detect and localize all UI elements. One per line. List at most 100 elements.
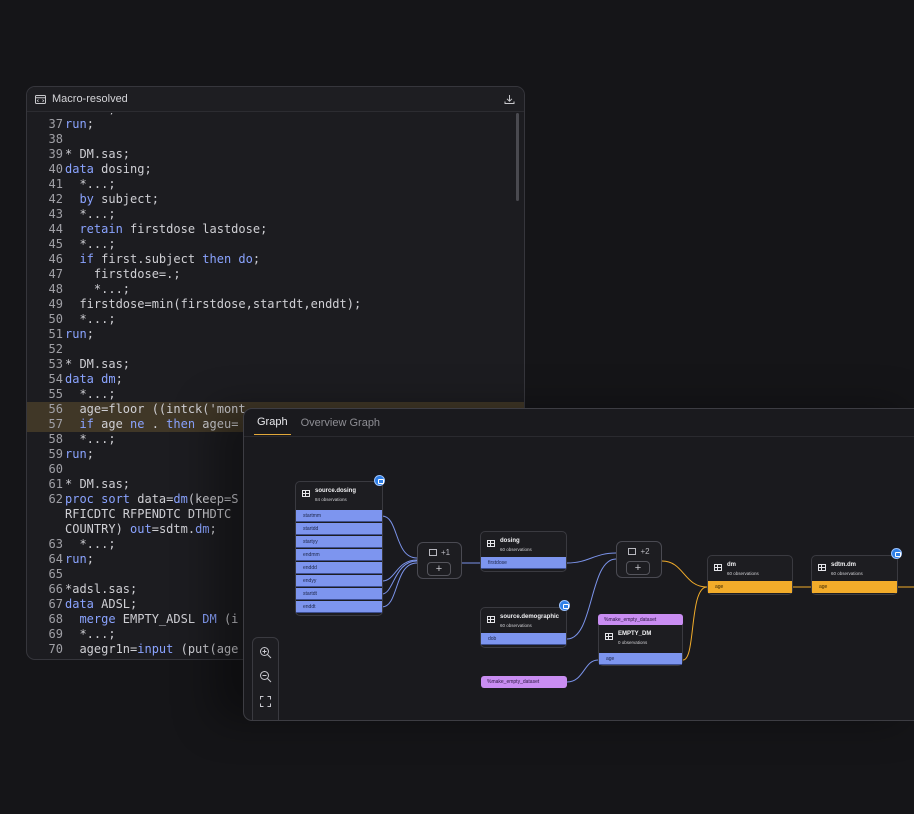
code-line: 42 by subject;	[27, 192, 524, 207]
source-flag-icon[interactable]	[559, 600, 570, 611]
node-observations: 60 observations	[831, 571, 863, 576]
code-text: *...;	[65, 387, 115, 402]
node-source-dosing[interactable]: source.dosing 84 observations startmm st…	[295, 481, 383, 616]
code-text: *...;	[65, 432, 116, 447]
line-number: 46	[48, 252, 63, 266]
node-name: dosing	[500, 538, 520, 544]
code-token: RFICDTC RFPENDTC DTHDTC	[65, 507, 232, 521]
code-line: 38	[27, 132, 524, 147]
code-token: *...;	[65, 113, 115, 116]
code-line: 51 run;	[27, 327, 524, 342]
code-text: *...;	[65, 627, 115, 642]
code-keyword: run	[65, 117, 87, 131]
field-endyy[interactable]: endyy	[296, 575, 382, 587]
line-number: 63	[48, 537, 63, 551]
line-number: 66	[48, 582, 63, 596]
code-text: agegr1n=input (put(age	[65, 642, 238, 657]
field-age[interactable]: age	[599, 653, 682, 665]
code-token: subject;	[93, 192, 159, 206]
node-sdtm-dm[interactable]: sdtm.dm 60 observations age	[811, 555, 898, 595]
code-keyword: input	[137, 642, 174, 656]
edge-enddd-group1	[381, 560, 418, 595]
node-source-demographic[interactable]: source.demographic 60 observations dob	[480, 607, 567, 648]
code-keyword: dm	[101, 372, 116, 386]
code-text: proc sort data=dm(keep=S	[65, 492, 238, 507]
node-dosing[interactable]: dosing 60 observations firstdose	[480, 531, 567, 572]
table-icon	[428, 549, 437, 556]
line-number: 39	[48, 147, 63, 161]
line-number: 43	[48, 207, 63, 221]
code-token: ADSL;	[93, 597, 138, 611]
field-age[interactable]: age	[708, 581, 792, 593]
code-token: firstdose=.;	[65, 267, 181, 281]
panel-title: Macro-resolved	[52, 93, 128, 105]
code-line: 44 retain firstdose lastdose;	[27, 222, 524, 237]
code-token: *...;	[65, 432, 116, 446]
code-token: dosing;	[93, 162, 152, 176]
field-firstdose[interactable]: firstdose	[481, 557, 566, 569]
line-number: 44	[48, 222, 63, 236]
group-count: +1	[440, 548, 451, 557]
table-icon	[714, 564, 722, 571]
code-line: 47 firstdose=.;	[27, 267, 524, 282]
field-endmm[interactable]: endmm	[296, 549, 382, 561]
fullscreen-icon[interactable]	[259, 719, 272, 721]
expand-group-button[interactable]: +	[427, 562, 451, 576]
field-enddd[interactable]: enddd	[296, 562, 382, 574]
field-age[interactable]: age	[812, 581, 897, 593]
code-text: data dm;	[65, 372, 123, 387]
field-startmm[interactable]: startmm	[296, 510, 382, 522]
group-node-1[interactable]: +1 +	[417, 542, 462, 579]
code-token: .	[144, 417, 167, 431]
code-token: *...;	[65, 207, 116, 221]
source-flag-icon[interactable]	[374, 475, 385, 486]
code-text: if age ne . then ageu=	[65, 417, 238, 432]
edge-startmm-group1	[381, 515, 418, 559]
graph-panel: Graph Overview Graph source.dosing 84 ob…	[243, 408, 914, 721]
line-number: 60	[48, 462, 63, 476]
code-token: * DM.sas;	[65, 147, 131, 161]
line-number: 42	[48, 192, 63, 206]
tab-graph[interactable]: Graph	[254, 416, 291, 435]
code-keyword: then	[166, 417, 196, 431]
tab-overview-graph[interactable]: Overview Graph	[298, 417, 383, 435]
node-header: sdtm.dm 60 observations	[812, 556, 897, 576]
expand-group-button[interactable]: +	[626, 561, 650, 575]
code-token: ;	[86, 327, 94, 341]
code-keyword: by	[79, 192, 94, 206]
scrollbar-thumb[interactable]	[516, 113, 519, 201]
field-startyy[interactable]: startyy	[296, 536, 382, 548]
field-enddt[interactable]: enddt	[296, 601, 382, 613]
node-dm[interactable]: dm 60 observations age	[707, 555, 793, 595]
code-token: first.subject	[93, 252, 203, 266]
source-flag-icon[interactable]	[891, 548, 902, 559]
node-observations: 60 observations	[727, 571, 759, 576]
node-name: source.dosing	[315, 488, 357, 494]
code-keyword: then do	[202, 252, 253, 266]
code-keyword: retain	[79, 222, 123, 236]
group-node-2[interactable]: +2 +	[616, 541, 662, 578]
code-text: *...;	[65, 282, 130, 297]
code-token: *...;	[65, 312, 116, 326]
field-startdd[interactable]: startdd	[296, 523, 382, 535]
code-line: 52	[27, 342, 524, 357]
code-text: * DM.sas;	[65, 147, 130, 162]
code-token: ;	[86, 447, 94, 461]
code-token: ;	[86, 117, 94, 131]
node-title-block: dm 60 observations	[727, 562, 759, 576]
field-dob[interactable]: dob	[481, 633, 566, 645]
field-startdt[interactable]: startdt	[296, 588, 382, 600]
code-token: * DM.sas;	[65, 357, 131, 371]
macro-label[interactable]: %make_empty_dataset	[481, 676, 567, 688]
graph-canvas[interactable]: source.dosing 84 observations startmm st…	[244, 436, 914, 720]
zoom-out-icon[interactable]	[259, 670, 272, 683]
code-line: 50 *...;	[27, 312, 524, 327]
line-number: 53	[48, 357, 63, 371]
zoom-in-icon[interactable]	[259, 646, 272, 659]
code-keyword: data	[65, 372, 94, 386]
code-text: age=floor ((intck('mont	[65, 402, 245, 417]
fit-view-icon[interactable]	[259, 695, 272, 708]
node-empty-dm[interactable]: EMPTY_DM 0 observations age	[598, 625, 683, 666]
download-icon[interactable]	[504, 94, 515, 105]
